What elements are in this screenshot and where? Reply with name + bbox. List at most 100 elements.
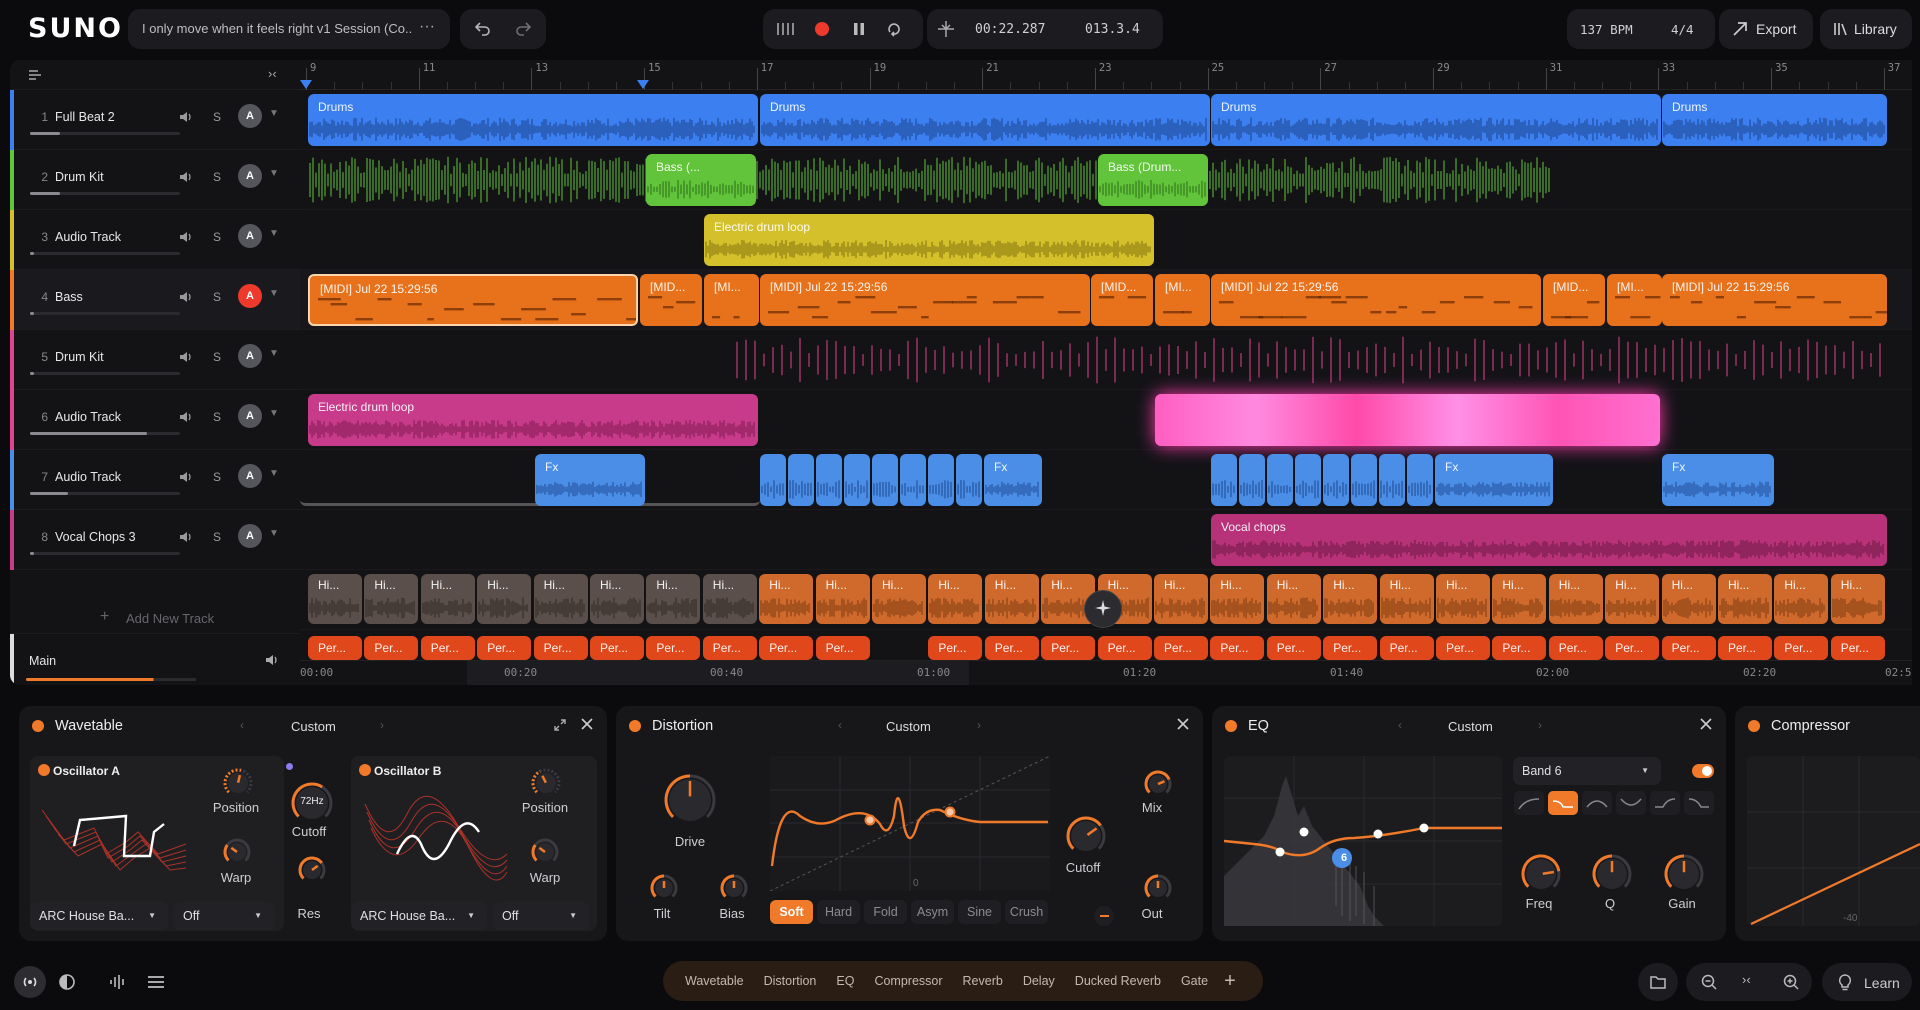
osc-b-wave-select[interactable]: ARC House Ba... ▼: [351, 902, 487, 930]
high-pass-icon[interactable]: [1514, 791, 1544, 815]
percussion-clip[interactable]: Per...: [815, 636, 870, 660]
solo-button[interactable]: S: [213, 290, 221, 304]
percussion-clip[interactable]: Per...: [420, 636, 475, 660]
speaker-icon[interactable]: [178, 229, 194, 245]
fx-clip[interactable]: [788, 454, 814, 506]
percussion-clip[interactable]: Per...: [477, 636, 532, 660]
percussion-clip[interactable]: Per...: [1041, 636, 1096, 660]
drums-clip[interactable]: Drums: [308, 94, 758, 146]
percussion-clip[interactable]: Per...: [1492, 636, 1547, 660]
distortion-mode-hard[interactable]: Hard: [817, 900, 860, 924]
hi-hat-clip[interactable]: Hi...: [1605, 574, 1660, 624]
hi-hat-clip[interactable]: Hi...: [1154, 574, 1208, 624]
solo-button[interactable]: S: [213, 470, 221, 484]
percussion-clip[interactable]: Per...: [646, 636, 701, 660]
cutoff-knob[interactable]: 72Hz: [289, 780, 335, 829]
hi-hat-clip[interactable]: Hi...: [1774, 574, 1829, 624]
automation-button[interactable]: A: [238, 284, 262, 308]
track-name[interactable]: Audio Track: [55, 470, 121, 484]
fx-clip[interactable]: [956, 454, 982, 506]
automation-button[interactable]: A: [238, 164, 262, 188]
hi-hat-clip[interactable]: Hi...: [702, 574, 757, 624]
osc-a-power-toggle[interactable]: [38, 764, 50, 776]
redo-icon[interactable]: [514, 19, 532, 37]
eq-freq-knob[interactable]: [1519, 852, 1563, 899]
track-name[interactable]: Bass: [55, 290, 83, 304]
osc-b-position-knob[interactable]: [529, 766, 563, 803]
main-volume-slider[interactable]: [26, 678, 196, 681]
fx-clip[interactable]: [1407, 454, 1433, 506]
track-header[interactable]: 3 Audio Track S A ▼: [10, 210, 300, 270]
track-volume-slider[interactable]: [30, 372, 180, 375]
midi-clip[interactable]: [MIDI] Jul 22 15:29:56: [308, 274, 638, 326]
hi-hat-clip[interactable]: Hi...: [477, 574, 532, 624]
percussion-clip[interactable]: Per...: [984, 636, 1039, 660]
automation-line[interactable]: [300, 454, 760, 506]
add-track-row[interactable]: + Add New Track: [10, 598, 300, 638]
collapse-panel-icon[interactable]: ›‹: [268, 66, 277, 81]
chevron-down-icon[interactable]: ▼: [269, 408, 279, 419]
percussion-clip[interactable]: Per...: [702, 636, 757, 660]
track-name[interactable]: Audio Track: [55, 230, 121, 244]
effect-chain-item[interactable]: Delay: [1013, 974, 1065, 988]
eq-power-toggle[interactable]: [1225, 720, 1237, 732]
track-header[interactable]: 5 Drum Kit S A ▼: [10, 330, 300, 390]
eq-next-icon[interactable]: ›: [1538, 718, 1542, 732]
hi-hat-clip[interactable]: Hi...: [1830, 574, 1885, 624]
add-effect-icon[interactable]: +: [1218, 970, 1242, 993]
osc-a-mode-select[interactable]: Off ▼: [174, 902, 274, 930]
electric-drum-loop-clip[interactable]: Electric drum loop: [704, 214, 1154, 266]
hi-hat-clip[interactable]: Hi...: [646, 574, 701, 624]
percussion-clip[interactable]: Per...: [1774, 636, 1829, 660]
track-name[interactable]: Drum Kit: [55, 170, 104, 184]
distortion-mix-knob[interactable]: [1142, 768, 1174, 803]
chevron-down-icon[interactable]: ▼: [269, 108, 279, 119]
add-track-label[interactable]: Add New Track: [126, 611, 214, 626]
fx-clip[interactable]: Fx: [1435, 454, 1553, 506]
speaker-icon[interactable]: [178, 289, 194, 305]
expand-icon[interactable]: [553, 718, 567, 735]
minus-icon[interactable]: [1094, 906, 1114, 926]
bpm-display[interactable]: 137 BPM: [1580, 22, 1633, 37]
automation-button[interactable]: A: [238, 404, 262, 428]
percussion-clip[interactable]: Per...: [364, 636, 419, 660]
percussion-clip[interactable]: Per...: [1548, 636, 1603, 660]
chevron-down-icon[interactable]: ▼: [269, 168, 279, 179]
playhead-loop-start[interactable]: [300, 80, 312, 89]
distortion-cutoff-knob[interactable]: [1064, 814, 1108, 861]
track-volume-slider[interactable]: [30, 252, 180, 255]
hi-hat-clip[interactable]: Hi...: [364, 574, 419, 624]
effect-chain-item[interactable]: Gate: [1171, 974, 1218, 988]
effect-chain-item[interactable]: Ducked Reverb: [1065, 974, 1171, 988]
midi-clip[interactable]: [MIDI] Jul 22 15:29:56: [760, 274, 1090, 326]
effect-chain-item[interactable]: EQ: [826, 974, 864, 988]
hi-hat-clip[interactable]: Hi...: [533, 574, 588, 624]
track-header[interactable]: 2 Drum Kit S A ▼: [10, 150, 300, 210]
bass-clip[interactable]: Bass (Drum...: [1098, 154, 1208, 206]
record-button[interactable]: [815, 22, 829, 36]
snap-icon[interactable]: [937, 20, 955, 41]
vocal-chops-clip[interactable]: Vocal chops: [1211, 514, 1887, 566]
folder-icon[interactable]: [1649, 973, 1667, 994]
list-settings-icon[interactable]: [28, 68, 44, 85]
midi-clip[interactable]: [MID...: [1091, 274, 1153, 326]
track-volume-slider[interactable]: [30, 192, 180, 195]
hi-hat-clip[interactable]: Hi...: [420, 574, 475, 624]
automation-button[interactable]: A: [238, 344, 262, 368]
hi-hat-clip[interactable]: Hi...: [1492, 574, 1547, 624]
osc-b-warp-knob[interactable]: [529, 836, 561, 871]
hi-hat-clip[interactable]: Hi...: [1379, 574, 1434, 624]
more-icon[interactable]: ···: [419, 18, 435, 36]
hi-hat-clip[interactable]: Hi...: [1718, 574, 1772, 624]
chevron-down-icon[interactable]: ▼: [269, 348, 279, 359]
main-speaker-icon[interactable]: [264, 652, 280, 671]
fx-clip[interactable]: [928, 454, 954, 506]
eq-prev-icon[interactable]: ‹: [1398, 718, 1402, 732]
percussion-clip[interactable]: Per...: [1605, 636, 1660, 660]
distortion-preset[interactable]: Custom: [886, 719, 931, 734]
speaker-icon[interactable]: [178, 409, 194, 425]
fx-clip[interactable]: [816, 454, 842, 506]
speaker-icon[interactable]: [178, 529, 194, 545]
ai-assist-button[interactable]: [1084, 590, 1122, 628]
osc-a-wavetable-display[interactable]: [36, 784, 196, 884]
